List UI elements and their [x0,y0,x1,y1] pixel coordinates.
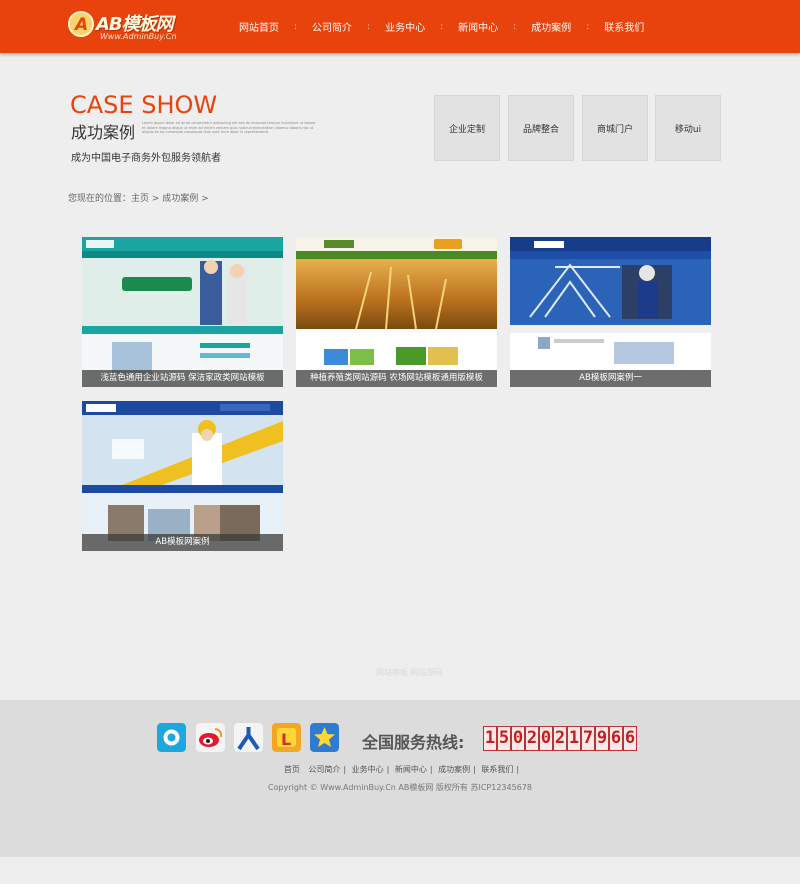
case-caption[interactable]: AB模板网案例 [82,534,283,551]
footer-link-business[interactable]: 业务中心 [349,765,387,774]
case-card[interactable]: 浅蓝色通用企业站源码 保洁家政类网站模板 [82,237,283,387]
hotline-digit: 5 [497,726,511,751]
svg-text:L: L [281,730,291,749]
pp-icon[interactable] [157,723,186,752]
case-title-en: CASE SHOW [70,91,218,119]
hotline-digit: 9 [595,726,609,751]
logo-icon: A [68,11,94,37]
case-card[interactable]: AB模板网案例一 [510,237,711,387]
site-footer [0,700,800,857]
breadcrumb[interactable]: 您现在的位置：主页 > 成功案例 > [68,191,209,204]
footer-link-news[interactable]: 新闻中心 [392,765,430,774]
hotline-digit: 6 [609,726,623,751]
footer-link-home[interactable]: 首页 [281,765,303,774]
case-title-cn: 成功案例 [71,123,136,142]
nav-business[interactable]: 业务中心 [370,19,440,34]
weibo-icon[interactable] [196,723,225,752]
hotline-digit: 2 [525,726,539,751]
main-nav: 网站首页 : 公司简介 : 业务中心 : 新闻中心 : 成功案例 : 联系我们 [224,0,659,53]
case-thumbnail [510,237,711,387]
copyright: Copyright © Www.AdminBuy.Cn AB模板网 版权所有 苏… [268,783,532,792]
star-icon[interactable] [310,723,339,752]
case-description: Lorem ipsum dolor sit amet consectetur a… [142,121,316,134]
footer-link-cases[interactable]: 成功案例 [435,765,473,774]
case-card[interactable]: 种植养殖类网站源码 农场网站模板通用版模板 [296,237,497,387]
nav-cases[interactable]: 成功案例 [516,19,586,34]
hotline-label: 全国服务热线: [362,733,465,752]
site-logo[interactable]: A AB模板网 Www.AdminBuy.Cn [68,9,188,45]
footer-link-about[interactable]: 公司简介 [305,765,343,774]
nav-about[interactable]: 公司简介 [297,19,367,34]
footer-link-contact[interactable]: 联系我们 [478,765,516,774]
case-caption[interactable]: AB模板网案例一 [510,370,711,387]
hotline-digit: 0 [511,726,525,751]
case-caption[interactable]: 浅蓝色通用企业站源码 保洁家政类网站模板 [82,370,283,387]
category-mobile[interactable]: 移动ui [655,95,721,161]
hotline-digit: 6 [623,726,637,751]
nav-news[interactable]: 新闻中心 [443,19,513,34]
site-header: A AB模板网 Www.AdminBuy.Cn 网站首页 : 公司简介 : 业务… [0,0,800,53]
hotline-digit: 1 [567,726,581,751]
logo-subtitle: Www.AdminBuy.Cn [100,32,177,41]
hotline-digit: 2 [553,726,567,751]
category-mall[interactable]: 商城门户 [582,95,648,161]
footer-links: 首页 公司简介 | 业务中心 | 新闻中心 | 成功案例 | 联系我们 | [0,764,800,775]
hotline-number: 15020217966 [483,726,637,751]
case-card[interactable]: AB模板网案例 [82,401,283,551]
renren-icon[interactable] [234,723,263,752]
nav-home[interactable]: 网站首页 [224,19,294,34]
hotline-digit: 1 [483,726,497,751]
tudou-icon[interactable]: L [272,723,301,752]
case-slogan: 成为中国电子商务外包服务领航者 [71,153,221,164]
case-thumbnail [82,401,283,551]
nav-contact[interactable]: 联系我们 [589,19,659,34]
case-thumbnail [296,237,497,387]
hotline-digit: 0 [539,726,553,751]
faint-text: 网站模板 网站源码 [376,668,443,677]
hotline-digit: 7 [581,726,595,751]
category-brand[interactable]: 品牌整合 [508,95,574,161]
case-thumbnail [82,237,283,387]
case-caption[interactable]: 种植养殖类网站源码 农场网站模板通用版模板 [296,370,497,387]
category-custom[interactable]: 企业定制 [434,95,500,161]
